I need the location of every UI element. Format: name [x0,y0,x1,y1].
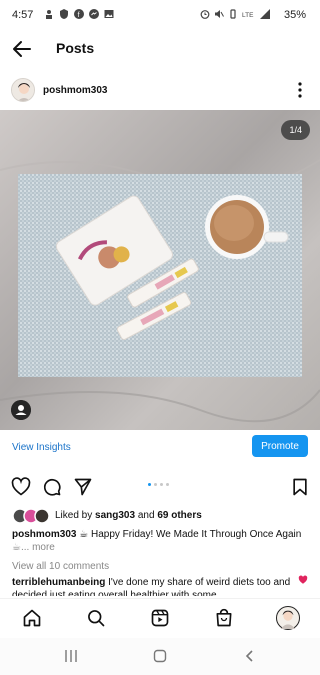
post-caption: poshmom303 ☕ Happy Friday! We Made It Th… [12,528,312,554]
vibrate-icon [230,9,236,19]
caption-more-link[interactable]: ☕... more [12,542,55,553]
carousel-dot [154,483,157,486]
liked-by-suffix: and [137,510,155,521]
system-icons: LTE [200,9,270,19]
notification-icons: f [44,9,114,19]
status-time: 4:57 [12,9,34,21]
liker-avatars[interactable] [12,508,52,524]
shop-icon[interactable] [214,608,234,628]
post-photo [0,159,320,423]
comment-like-heart-icon[interactable] [298,575,308,585]
image-counter: 1/4 [281,120,310,140]
comment-icon[interactable] [42,477,62,497]
comment-username[interactable]: terriblehumanbeing [12,577,105,588]
back-button-icon[interactable] [243,649,257,663]
carousel-dot [148,483,151,486]
post-image[interactable]: 1/4 [0,110,320,430]
top-comment: terriblehumanbeing I've done my share of… [12,576,298,596]
reels-icon[interactable] [150,608,170,628]
view-insights-link[interactable]: View Insights [12,442,71,453]
alarm-icon [200,10,210,19]
shield-icon [60,9,68,19]
liked-by-prefix: Liked by [55,510,93,521]
profile-avatar-image [280,610,296,629]
carousel-indicator [148,483,169,486]
liked-by-others[interactable]: 69 others [157,510,201,521]
battery-level: 35% [283,9,306,21]
messenger-icon [89,9,99,19]
search-icon[interactable] [86,608,106,628]
person-icon [46,10,52,19]
user-tag-icon[interactable] [11,400,31,420]
carousel-dot [160,483,163,486]
arrow-left-icon[interactable] [10,37,34,61]
more-options-icon[interactable] [294,81,306,99]
signal-icon [260,9,270,19]
svg-text:f: f [78,12,80,19]
share-send-icon[interactable] [73,477,93,497]
home-icon[interactable] [22,608,42,628]
view-all-comments-link[interactable]: View all 10 comments [12,561,109,572]
caption-text: ☕ Happy Friday! We Made It Through Once … [79,529,302,540]
facebook-icon: f [74,9,84,19]
carousel-dot [166,483,169,486]
status-bar: 4:57 f LTE 35% [0,0,320,30]
image-icon [104,10,114,18]
post-username[interactable]: poshmom303 [43,85,107,96]
promote-button[interactable]: Promote [252,435,308,457]
home-button-icon[interactable] [153,649,167,663]
liked-by-user[interactable]: sang303 [95,510,135,521]
recent-apps-icon[interactable] [64,649,78,663]
avatar[interactable] [11,78,35,102]
caption-username[interactable]: poshmom303 [12,529,76,540]
like-heart-icon[interactable] [11,477,31,497]
svg-text:LTE: LTE [242,12,254,19]
mute-icon [215,10,224,18]
profile-avatar[interactable] [276,606,300,630]
page-title: Posts [56,40,95,56]
bookmark-icon[interactable] [290,477,310,497]
system-navigation-bar [0,638,320,675]
avatar-image [12,79,34,101]
vo-lte-icon: LTE [242,12,254,19]
liked-by-text[interactable]: Liked by sang303 and 69 others [55,510,202,521]
